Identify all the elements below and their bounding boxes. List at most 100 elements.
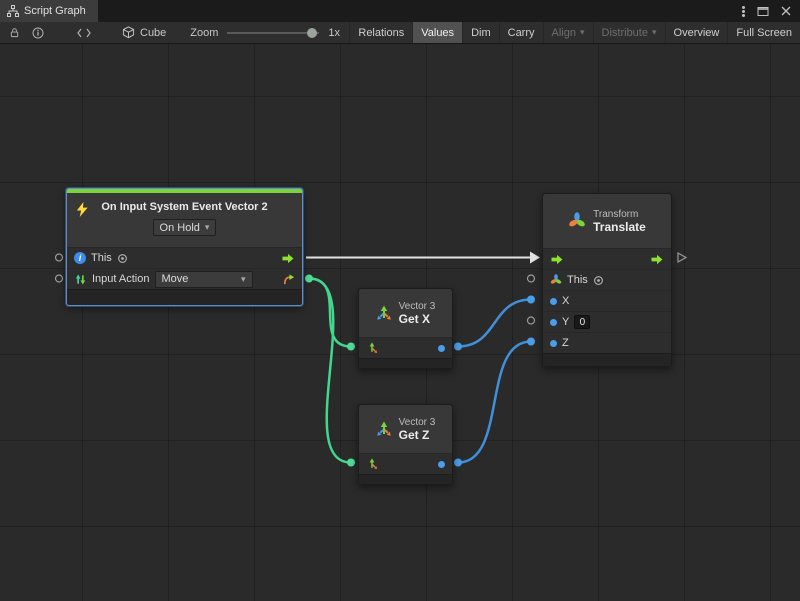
edge-vector-to-getx[interactable] — [309, 279, 351, 347]
lightning-icon — [75, 202, 90, 217]
port-getz-output[interactable] — [454, 459, 462, 467]
event-node-header: On Input System Event Vector 2 On Hold ▾ — [67, 193, 302, 247]
node-footer — [543, 353, 671, 366]
port-translate-y-input[interactable] — [528, 317, 535, 324]
target-object-button[interactable]: Cube — [122, 26, 166, 39]
input-action-icon — [74, 273, 87, 286]
lock-icon[interactable] — [2, 22, 26, 44]
node-get-z[interactable]: Vector 3 Get Z — [358, 404, 453, 485]
translate-node-header: Transform Translate — [543, 194, 671, 248]
zoom-slider-handle[interactable] — [307, 28, 317, 38]
toolbar-button-fullscreen[interactable]: Full Screen — [727, 22, 800, 43]
node-footer — [359, 474, 452, 484]
toolbar-button-dim[interactable]: Dim — [462, 22, 499, 43]
translate-x-row: X — [543, 290, 671, 311]
port-translate-flow-output[interactable] — [678, 253, 686, 262]
translate-this-row: This — [543, 269, 671, 290]
port-event-vector-output[interactable] — [305, 275, 313, 283]
port-translate-x-input[interactable] — [527, 296, 535, 304]
getz-port-row — [359, 453, 452, 474]
chevron-down-icon: ▾ — [580, 27, 585, 38]
close-icon[interactable] — [781, 6, 791, 16]
node-category: Vector 3 — [399, 417, 436, 428]
node-name: Get Z — [399, 428, 436, 442]
tab-title: Script Graph — [24, 5, 86, 17]
edge-getz-to-z[interactable] — [458, 342, 531, 463]
getz-node-header: Vector 3 Get Z — [359, 405, 452, 453]
node-category: Vector 3 — [399, 301, 436, 312]
z-label: Z — [562, 337, 569, 349]
toolbar-button-distribute[interactable]: Distribute▾ — [593, 22, 665, 43]
this-label: This — [567, 274, 588, 286]
toolbar-button-align[interactable]: Align▾ — [543, 22, 593, 43]
vector3-icon — [376, 305, 392, 321]
port-event-flow-input[interactable] — [56, 254, 63, 261]
node-name: Translate — [593, 220, 646, 234]
toolbar-button-values[interactable]: Values — [412, 22, 462, 43]
zoom-slider-track[interactable] — [227, 32, 319, 34]
node-get-x[interactable]: Vector 3 Get X — [358, 288, 453, 369]
info-badge-icon: i — [74, 252, 86, 264]
float-output-port[interactable] — [438, 345, 445, 352]
window-controls — [742, 0, 800, 22]
translate-flow-row — [543, 248, 671, 269]
object-picker-icon[interactable] — [593, 275, 604, 286]
tab-script-graph[interactable]: Script Graph — [0, 0, 98, 22]
port-getz-input[interactable] — [347, 459, 355, 467]
info-icon[interactable] — [26, 22, 50, 44]
event-mode-dropdown[interactable]: On Hold ▾ — [153, 219, 217, 236]
coroutine-arrow-icon[interactable] — [282, 273, 295, 286]
port-getx-output[interactable] — [454, 343, 462, 351]
flow-in-arrow-icon[interactable] — [550, 254, 564, 265]
maximize-icon[interactable] — [757, 6, 769, 17]
target-object-label: Cube — [140, 27, 166, 39]
edge-getx-to-x[interactable] — [458, 300, 531, 347]
node-name: Get X — [399, 312, 436, 326]
node-footer — [359, 358, 452, 368]
toolbar-buttons: Relations Values Dim Carry Align▾ Distri… — [349, 22, 800, 43]
toolbar: Cube Zoom 1x Relations Values Dim Carry … — [0, 22, 800, 44]
cube-icon — [122, 26, 135, 39]
toolbar-button-overview[interactable]: Overview — [665, 22, 728, 43]
object-picker-icon[interactable] — [117, 253, 128, 264]
chevron-down-icon: ▾ — [205, 222, 210, 233]
event-this-row: i This — [67, 247, 302, 268]
vector3-icon — [376, 421, 392, 437]
node-translate[interactable]: Transform Translate — [542, 193, 672, 367]
x-input-port[interactable] — [550, 298, 557, 305]
toolbar-button-carry[interactable]: Carry — [499, 22, 543, 43]
self-transform-icon — [550, 274, 562, 286]
node-footer — [67, 289, 302, 305]
port-translate-z-input[interactable] — [527, 338, 535, 346]
x-label: X — [562, 295, 569, 307]
y-input-port[interactable] — [550, 319, 557, 326]
chevron-down-icon: ▾ — [241, 274, 246, 285]
node-on-input-system-event[interactable]: On Input System Event Vector 2 On Hold ▾… — [66, 188, 303, 306]
transform-icon — [568, 212, 586, 230]
input-action-label: Input Action — [92, 273, 150, 285]
zoom-slider[interactable] — [227, 22, 319, 44]
getx-port-row — [359, 337, 452, 358]
port-event-target-input[interactable] — [56, 275, 63, 282]
code-preview-icon[interactable] — [72, 22, 96, 44]
port-translate-this-input[interactable] — [528, 275, 535, 282]
script-graph-icon — [7, 5, 19, 17]
z-input-port[interactable] — [550, 340, 557, 347]
toolbar-button-relations[interactable]: Relations — [349, 22, 412, 43]
edge-flow-arrowhead — [530, 252, 540, 264]
chevron-down-icon: ▾ — [652, 27, 657, 38]
y-value-field[interactable] — [574, 315, 590, 329]
menu-icon[interactable] — [742, 10, 745, 13]
node-title: On Input System Event Vector 2 — [67, 193, 302, 213]
port-getx-input[interactable] — [347, 343, 355, 351]
graph-canvas[interactable]: On Input System Event Vector 2 On Hold ▾… — [0, 44, 800, 601]
tabbar: Script Graph — [0, 0, 800, 22]
translate-z-row: Z — [543, 332, 671, 353]
flow-out-arrow-icon[interactable] — [650, 254, 664, 265]
getx-node-header: Vector 3 Get X — [359, 289, 452, 337]
flow-arrow-icon[interactable] — [281, 253, 295, 264]
vector3-port-icon[interactable] — [366, 342, 378, 354]
input-action-dropdown[interactable]: Move ▾ — [155, 271, 253, 288]
vector3-port-icon[interactable] — [366, 458, 378, 470]
float-output-port[interactable] — [438, 461, 445, 468]
